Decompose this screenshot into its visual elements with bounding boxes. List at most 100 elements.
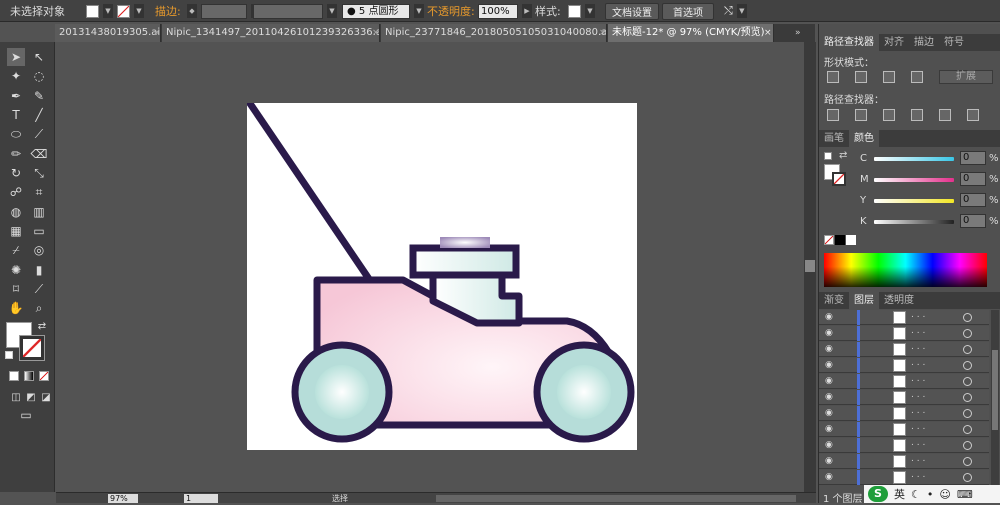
stepper-icon[interactable]: ◆ <box>187 4 197 18</box>
stroke-weight-field[interactable] <box>201 3 247 19</box>
swap-icon[interactable]: ⇄ <box>839 150 847 161</box>
layer-row[interactable]: ◉. . . <box>819 374 989 389</box>
tab-stroke[interactable]: 描边 <box>909 34 939 51</box>
eye-icon[interactable]: ◉ <box>825 328 833 338</box>
close-icon[interactable]: × <box>599 24 607 42</box>
emoji-icon[interactable]: ☺ <box>939 488 950 501</box>
magenta-value-field[interactable]: 0 <box>960 172 986 186</box>
tab-document-3[interactable]: Nipic_23771846_20180505105031040080.ai* <box>381 24 607 42</box>
column-graph-tool-icon[interactable]: ▮ <box>30 261 48 279</box>
stroke-swatch-none-icon[interactable] <box>117 4 130 18</box>
minus-back-icon[interactable] <box>967 109 979 121</box>
layer-row[interactable]: ◉. . . <box>819 310 989 325</box>
black-swatch[interactable] <box>835 235 845 245</box>
eye-icon[interactable]: ◉ <box>825 392 833 402</box>
chevron-down-icon[interactable]: ▼ <box>585 4 595 18</box>
eye-icon[interactable]: ◉ <box>825 424 833 434</box>
fill-swatch[interactable] <box>86 4 99 18</box>
cyan-value-field[interactable]: 0 <box>960 151 986 165</box>
color-spectrum[interactable] <box>824 253 987 287</box>
ime-language-label[interactable]: 英 <box>894 486 905 502</box>
rotate-tool-icon[interactable]: ↻ <box>7 164 25 182</box>
eye-icon[interactable]: ◉ <box>825 312 833 322</box>
eyedropper-tool-icon[interactable]: ⌿ <box>7 241 25 259</box>
minus-front-icon[interactable] <box>855 71 867 83</box>
warp-tool-icon[interactable]: ☍ <box>7 183 25 201</box>
stroke-color-box[interactable] <box>832 172 846 186</box>
scrollbar-thumb[interactable] <box>805 260 815 272</box>
type-tool-icon[interactable]: T <box>7 106 25 124</box>
color-mode-icon[interactable] <box>9 371 19 381</box>
preferences-button[interactable]: 首选项 <box>662 3 714 20</box>
gradient-tool-icon[interactable]: ▭ <box>30 222 48 240</box>
target-icon[interactable] <box>963 425 972 434</box>
black-value-field[interactable]: 0 <box>960 214 986 228</box>
zoom-field[interactable]: 97% <box>108 494 138 503</box>
target-icon[interactable] <box>963 441 972 450</box>
exclude-icon[interactable] <box>911 71 923 83</box>
keyboard-icon[interactable]: ⌨ <box>957 488 973 501</box>
zoom-tool-icon[interactable]: ⌕ <box>30 299 48 317</box>
target-icon[interactable] <box>963 457 972 466</box>
free-transform-tool-icon[interactable]: ⌗ <box>30 183 48 201</box>
merge-icon[interactable] <box>883 109 895 121</box>
opacity-label[interactable]: 不透明度: <box>427 0 475 22</box>
paintbrush-tool-icon[interactable]: ⟋ <box>30 125 48 143</box>
target-icon[interactable] <box>963 473 972 482</box>
eye-icon[interactable]: ◉ <box>825 376 833 386</box>
layer-row[interactable]: ◉. . . <box>819 470 989 485</box>
layer-row[interactable]: ◉. . . <box>819 326 989 341</box>
tab-color[interactable]: 颜色 <box>849 130 879 147</box>
tab-pathfinder[interactable]: 路径查找器 <box>819 34 879 51</box>
tab-document-1[interactable]: 20131438019305.ai* <box>55 24 161 42</box>
target-icon[interactable] <box>963 393 972 402</box>
close-icon[interactable]: × <box>372 24 380 42</box>
chevron-right-icon[interactable]: ▶ <box>522 4 532 18</box>
tab-overflow-icon[interactable]: » <box>795 24 801 42</box>
shape-builder-tool-icon[interactable]: ◍ <box>7 203 25 221</box>
ime-logo-icon[interactable]: S <box>868 486 888 502</box>
layers-scrollbar[interactable] <box>991 310 999 488</box>
stroke-label[interactable]: 描边: <box>155 0 181 22</box>
symbol-sprayer-tool-icon[interactable]: ✺ <box>7 261 25 279</box>
slice-tool-icon[interactable]: ⟋ <box>30 280 48 298</box>
eye-icon[interactable]: ◉ <box>825 440 833 450</box>
direct-selection-tool-icon[interactable]: ↖ <box>30 48 48 66</box>
tab-layers[interactable]: 图层 <box>849 292 879 309</box>
style-swatch[interactable] <box>568 4 581 18</box>
eye-icon[interactable]: ◉ <box>825 344 833 354</box>
unite-icon[interactable] <box>827 71 839 83</box>
eye-icon[interactable]: ◉ <box>825 360 833 370</box>
target-icon[interactable] <box>963 329 972 338</box>
layer-row[interactable]: ◉. . . <box>819 358 989 373</box>
close-icon[interactable]: × <box>764 24 772 42</box>
tab-transparency[interactable]: 透明度 <box>879 292 919 309</box>
eye-icon[interactable]: ◉ <box>825 472 833 482</box>
hand-tool-icon[interactable]: ✋ <box>7 299 25 317</box>
variable-width-dropdown[interactable] <box>253 3 323 19</box>
default-colors-icon[interactable] <box>5 351 13 359</box>
target-icon[interactable] <box>963 361 972 370</box>
outline-icon[interactable] <box>939 109 951 121</box>
divide-icon[interactable] <box>827 109 839 121</box>
target-icon[interactable] <box>963 345 972 354</box>
artboard-tool-icon[interactable]: ⌑ <box>7 280 25 298</box>
tab-symbols[interactable]: 符号 <box>939 34 969 51</box>
arrange-icon[interactable]: ⤭ ▼ <box>724 0 747 22</box>
chevron-down-icon[interactable]: ▼ <box>414 4 424 18</box>
tab-brushes[interactable]: 画笔 <box>819 130 849 147</box>
vertical-scrollbar[interactable] <box>804 42 816 492</box>
opacity-field[interactable]: 100% <box>478 3 518 19</box>
brush-definition-dropdown[interactable]: ● 5 点圆形 <box>342 3 410 19</box>
layer-row[interactable]: ◉. . . <box>819 438 989 453</box>
ellipse-tool-icon[interactable]: ⬭ <box>7 125 25 143</box>
tab-document-active[interactable]: 未标题-12* @ 97% (CMYK/预览) <box>608 24 774 42</box>
layer-row[interactable]: ◉. . . <box>819 390 989 405</box>
tab-document-2[interactable]: Nipic_1341497_20110426101239326336.ai* <box>162 24 380 42</box>
lasso-tool-icon[interactable]: ◌ <box>30 67 48 85</box>
trim-icon[interactable] <box>855 109 867 121</box>
none-mode-icon[interactable] <box>39 371 49 381</box>
magenta-slider[interactable] <box>874 178 954 182</box>
target-icon[interactable] <box>963 377 972 386</box>
scrollbar-thumb[interactable] <box>992 350 998 430</box>
